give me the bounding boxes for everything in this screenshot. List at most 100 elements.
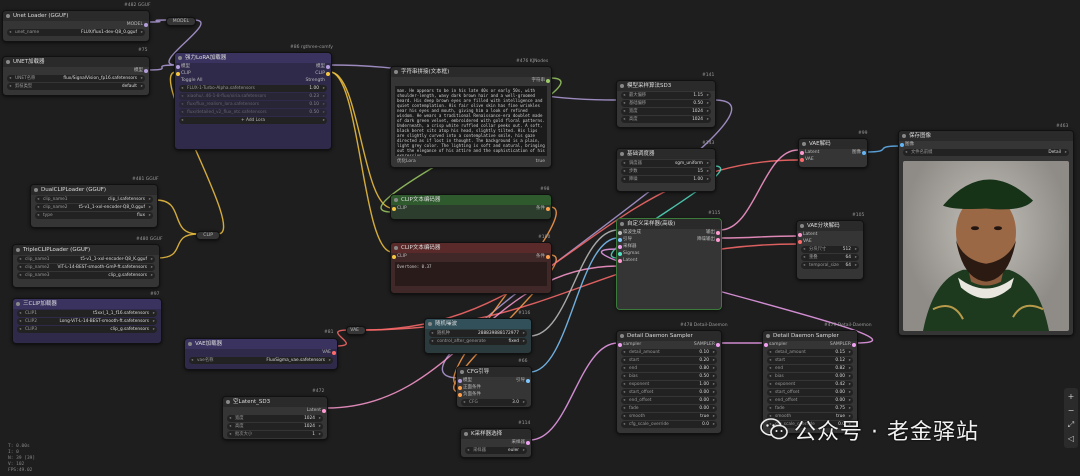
vae-decode-node[interactable]: VAE解码 Latent 图像 VAE <box>798 138 868 168</box>
save-image-node[interactable]: 保存图像 图像 文件名前缀Detail <box>898 130 1074 336</box>
node-id-badge: #116 <box>518 311 531 316</box>
node-title: 保存图像 <box>899 131 1073 141</box>
node-id-badge: #115 <box>708 211 721 216</box>
clip-text-encode-negative-node[interactable]: CLIP文本编码器 CLIP 条件 Overtone: 0.37 <box>390 242 552 294</box>
vae-decode-tiled-node[interactable]: VAE分块解码 Latent VAE 分块尺寸512 重叠64 temporal… <box>796 220 864 280</box>
fit-icon: ⤢ <box>1067 420 1075 429</box>
connection-wire-25 <box>865 145 901 153</box>
unet-loader-gguf-node[interactable]: Unet Loader (GGUF) MODEL unet_nameFLUX/f… <box>2 10 150 42</box>
connection-wire-22 <box>529 342 619 441</box>
node-id-badge: #478 Detail-Daemon <box>680 323 728 328</box>
zoom-out-button[interactable]: − <box>1064 404 1078 418</box>
sampler-custom-advanced-node[interactable]: 自定义采样器(高级) 噪波生成 输出 引导 降噪输出 采样器 Sigmas Late… <box>616 218 722 310</box>
toggle-all-row[interactable]: Toggle All Strength <box>175 77 331 84</box>
add-lora-button[interactable]: + Add Lora <box>179 117 327 124</box>
detail-daemon-sampler-node-1[interactable]: Detail Daemon Sampler samplerSAMPLER det… <box>616 330 722 434</box>
connection-wire-0 <box>147 19 169 23</box>
cfg-guider-node[interactable]: CFG引导 模型引导 正面条件 负面条件 CFG3.0 <box>456 366 532 408</box>
node-id-badge: #114 <box>518 421 531 426</box>
node-id-badge: #105 <box>852 213 865 218</box>
node-id-badge: #81 <box>324 330 334 335</box>
connection-wire-18 <box>719 235 799 239</box>
clip-text-encode-positive-node[interactable]: CLIP文本编码器 CLIP 条件 <box>390 194 552 220</box>
generated-image-preview <box>903 161 1069 331</box>
plus-icon: + <box>1067 392 1075 401</box>
node-title: CFG引导 <box>457 367 531 377</box>
prompt-textarea[interactable]: man. He appears to be in his late 40s or… <box>395 86 547 156</box>
node-title: 基础调度器 <box>617 149 715 159</box>
random-noise-node[interactable]: 随机噪波 随机种288839888172977 control_after_ge… <box>424 318 532 354</box>
portrait-icon <box>923 179 1049 331</box>
node-id-badge: #98 <box>540 187 550 192</box>
node-id-badge: #97 <box>150 292 160 297</box>
fit-view-button[interactable]: ⤢ <box>1064 418 1078 432</box>
node-title: TripleCLIPLoader (GGUF) <box>13 245 159 255</box>
connection-wire-11 <box>453 206 557 386</box>
node-title: Detail Daemon Sampler <box>617 331 721 341</box>
node-title: 随机噪波 <box>425 319 531 329</box>
node-id-badge: #141 <box>702 73 715 78</box>
model-reroute[interactable]: MODEL <box>166 17 196 26</box>
connection-wire-2 <box>147 64 177 71</box>
toggle-link-button[interactable]: ◁ <box>1064 432 1078 446</box>
lora-row[interactable]: flux/flux_realism_lora.safetensors0.10 <box>179 101 327 108</box>
lora-row[interactable]: xiaohu/..46-1-8-flux/xiria.safetensors0.… <box>179 93 327 100</box>
node-id-badge: #75 <box>138 48 148 53</box>
node-id-badge: #463 <box>1056 124 1069 129</box>
connection-wire-5 <box>329 71 393 209</box>
connection-wire-9 <box>157 233 199 259</box>
power-lora-loader-node[interactable]: 强力LoRA加载器 模型 模型 CLIP CLIP Toggle All Streng… <box>174 52 332 150</box>
clip-reroute[interactable]: CLIP <box>196 231 220 240</box>
ksampler-select-node[interactable]: K采样器选择 采样器 采样器euler <box>460 428 532 458</box>
node-title: CLIP文本编码器 <box>391 195 551 205</box>
node-title: VAE解码 <box>799 139 867 149</box>
connection-wire-8 <box>155 199 199 235</box>
node-title: 自定义采样器(高级) <box>617 219 721 229</box>
node-title: 模型采样算法SD3 <box>617 81 715 91</box>
node-title: UNET加载器 <box>3 57 149 67</box>
string-concat-textbox-node[interactable]: 字符串拼接(文本框) 字符串 man. He appears to be in … <box>390 66 552 168</box>
empty-latent-sd3-node[interactable]: 空Latent_SD3 Latent 宽度1024 高度1024 批次大小1 <box>222 396 328 440</box>
node-id-badge: #100 <box>538 235 551 240</box>
watermark-text: 公众号 · 老金驿站 <box>794 420 979 445</box>
triple-clip-loader-gguf-node[interactable]: TripleCLIPLoader (GGUF) clip_name1t5-v1_… <box>12 244 160 288</box>
node-title: 空Latent_SD3 <box>223 397 327 407</box>
node-id-badge: #66 <box>518 359 528 364</box>
minus-icon: − <box>1067 406 1075 415</box>
node-title: CLIP文本编码器 <box>391 243 551 253</box>
node-id-badge: #143 <box>702 141 715 146</box>
triple-clip-loader-node[interactable]: 三CLIP加载器 CLIP1t5xxl_1_1_f16.safetensors … <box>12 298 162 344</box>
node-id-badge: #472 <box>312 389 325 394</box>
node-title: DualCLIPLoader (GGUF) <box>31 185 157 195</box>
node-id-badge: #480 GGUF <box>136 237 163 242</box>
model-sampling-sd3-node[interactable]: 模型采样算法SD3 最大偏移1.15 基础偏移0.50 宽度1024 高度102… <box>616 80 716 128</box>
lora-row[interactable]: FLUX-1-Turbo-Alpha.safetensors1.00 <box>179 85 327 92</box>
wechat-icon <box>760 418 788 440</box>
lora-row[interactable]: flux/detailed_v2_flux_ntc.safetensors0.5… <box>179 109 327 116</box>
filename-prefix-widget[interactable]: 文件名前缀Detail <box>903 149 1069 156</box>
basic-scheduler-node[interactable]: 基础调度器 调度器sgm_uniform 步数15 降噪1.00 <box>616 148 716 192</box>
vae-reroute[interactable]: VAE <box>346 326 366 335</box>
negative-prompt-textarea[interactable]: Overtone: 0.37 <box>395 262 547 286</box>
node-title: VAE加载器 <box>185 339 337 349</box>
node-title: 字符串拼接(文本框) <box>391 67 551 77</box>
node-id-badge: #86 rgthree-comfy <box>290 45 333 50</box>
canvas-zoom-toolbar: + − ⤢ ◁ <box>1064 388 1078 448</box>
weight-dtype-widget[interactable]: 剪枝类型default <box>7 83 145 90</box>
lock-icon: ◁ <box>1067 434 1075 443</box>
node-title: K采样器选择 <box>461 429 531 439</box>
node-title: VAE分块解码 <box>797 221 863 231</box>
unet-name-widget[interactable]: UNET名称flux/SignalVision_fp16.safetensors <box>7 75 145 82</box>
unet-name-widget[interactable]: unet_nameFLUX/flux1-dev-Q8_0.gguf <box>7 29 145 36</box>
node-id-badge: #481 GGUF <box>132 177 159 182</box>
node-id-badge: #476 KJNodes <box>516 59 549 64</box>
node-id-badge: #99 <box>858 131 868 136</box>
dual-clip-loader-gguf-node[interactable]: DualCLIPLoader (GGUF) clip_name1clip_l.s… <box>30 184 158 228</box>
unet-loader-node[interactable]: UNET加载器 模型 UNET名称flux/SignalVision_fp16.… <box>2 56 150 96</box>
connection-wire-6 <box>329 71 393 253</box>
vae-loader-node[interactable]: VAE加载器 VAE vae名称FluxSigma_vae.safetensor… <box>184 338 338 370</box>
zoom-in-button[interactable]: + <box>1064 390 1078 404</box>
node-id-badge: #482 GGUF <box>124 3 151 8</box>
node-title: 强力LoRA加载器 <box>175 53 331 63</box>
output-label: MODEL <box>126 22 143 27</box>
